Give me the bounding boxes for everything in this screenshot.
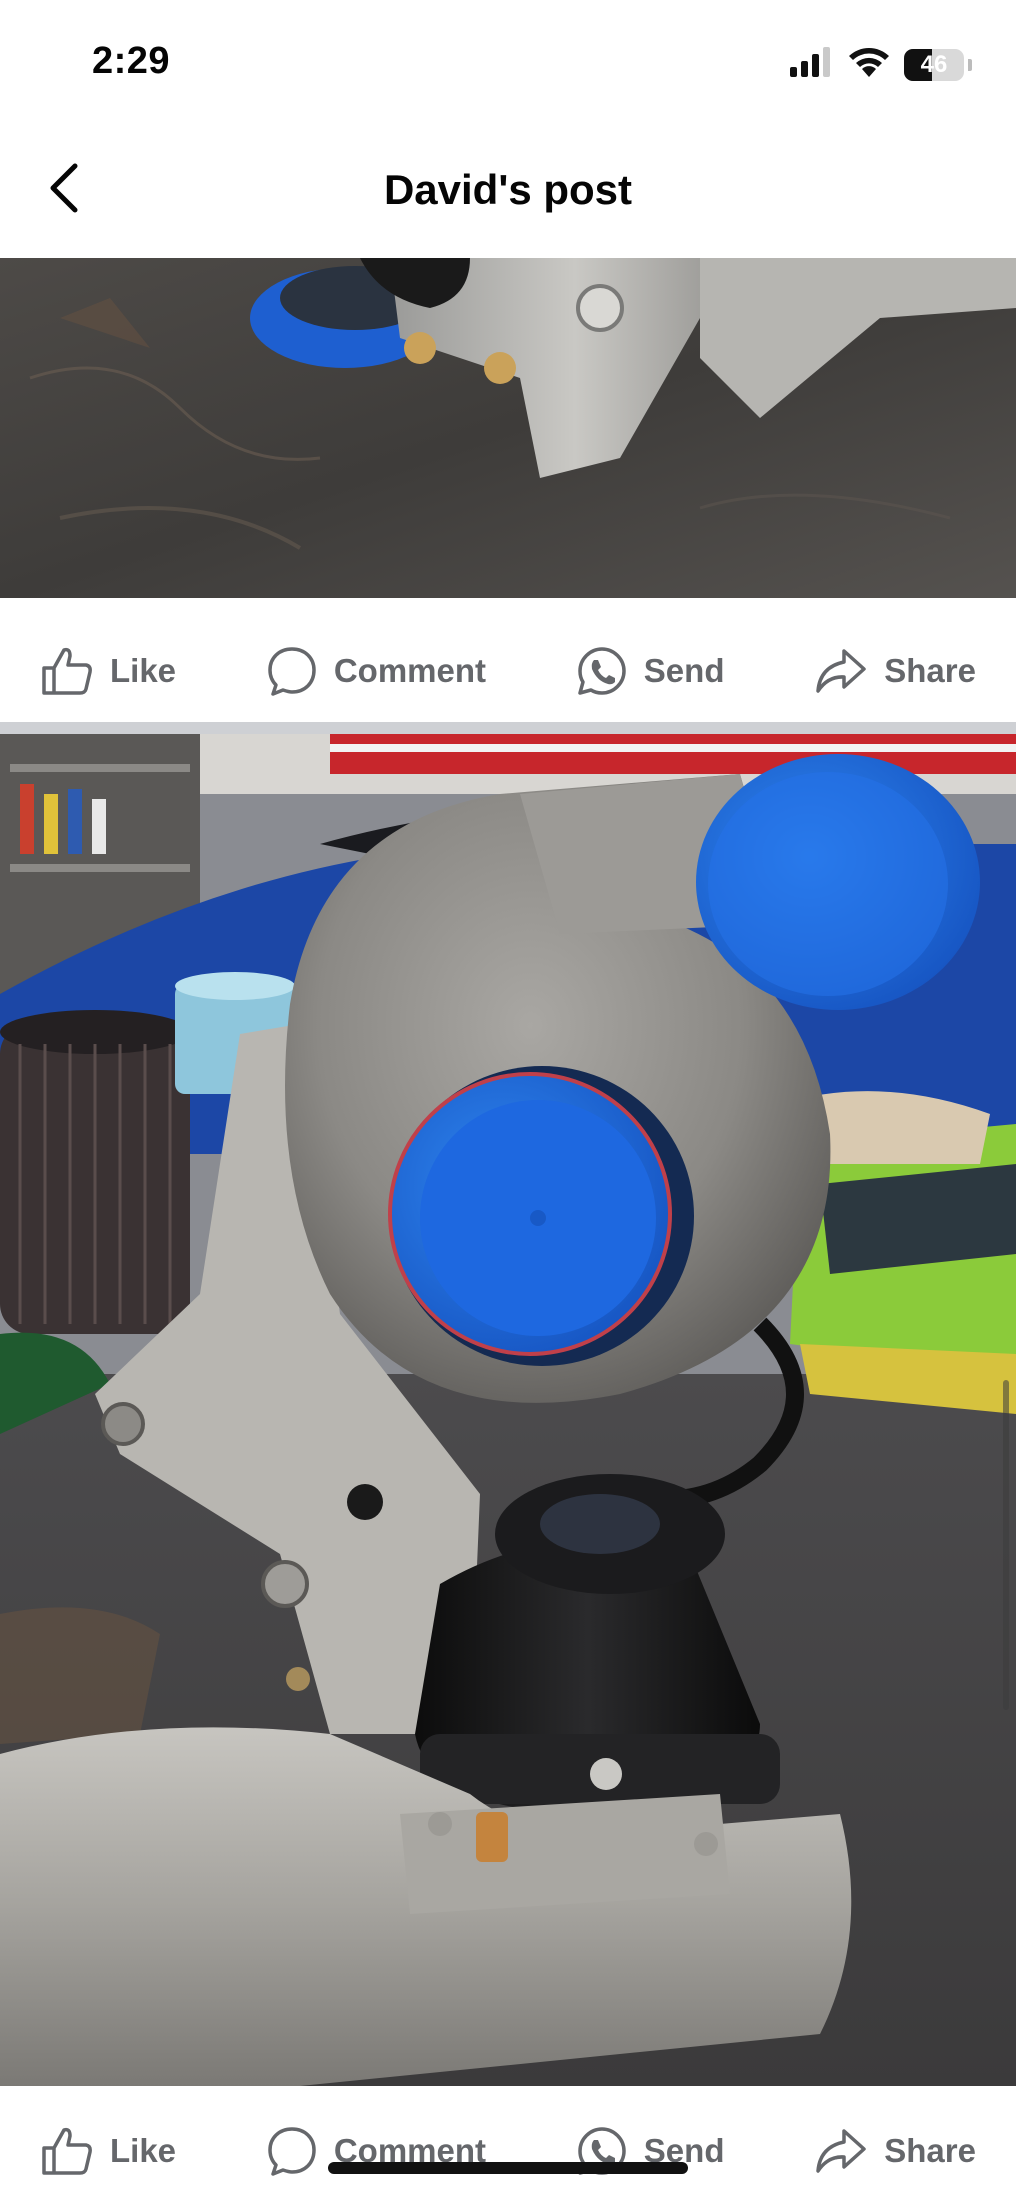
home-indicator[interactable] <box>328 2162 688 2174</box>
comment-bubble-icon <box>268 2127 316 2176</box>
share-arrow-icon <box>816 2129 867 2173</box>
comment-label: Comment <box>333 652 487 689</box>
share-arrow-icon <box>816 649 867 693</box>
wifi-icon <box>848 46 890 83</box>
share-button[interactable]: Share <box>814 2127 976 2175</box>
cellular-signal-icon <box>790 47 834 82</box>
whatsapp-icon <box>578 647 626 695</box>
like-label: Like <box>110 2132 177 2169</box>
post-photo-2[interactable] <box>0 734 1016 2086</box>
send-button[interactable]: Send <box>576 645 725 697</box>
comment-bubble-icon <box>268 647 316 696</box>
comment-button[interactable]: Comment <box>266 645 486 697</box>
like-label: Like <box>110 652 177 689</box>
photo-image <box>0 258 1016 598</box>
battery-level: 46 <box>920 50 948 78</box>
screen: 2:29 46 David's post Like Comment Send S… <box>0 0 1016 2200</box>
send-label: Send <box>643 652 725 689</box>
status-icons: 46 <box>790 46 972 83</box>
action-bar-1: Like Comment Send Share <box>0 606 1016 736</box>
share-label: Share <box>884 652 976 689</box>
photo-image <box>0 734 1016 2086</box>
status-bar: 2:29 46 <box>0 0 1016 124</box>
share-label: Share <box>884 2132 976 2169</box>
share-button[interactable]: Share <box>814 647 976 695</box>
like-button[interactable]: Like <box>40 2126 176 2176</box>
battery-cap <box>968 58 972 71</box>
thumbs-up-icon <box>42 2127 92 2175</box>
battery-icon: 46 <box>904 48 964 81</box>
like-button[interactable]: Like <box>40 646 176 696</box>
post-photo-1[interactable] <box>0 258 1016 598</box>
nav-bar: David's post <box>0 124 1016 258</box>
post-divider <box>0 722 1016 734</box>
thumbs-up-icon <box>42 647 92 695</box>
page-title: David's post <box>383 166 633 213</box>
action-bar-2: Like Comment Send Share <box>0 2096 1016 2200</box>
status-time: 2:29 <box>92 40 171 82</box>
scroll-indicator[interactable] <box>1003 1380 1009 1710</box>
